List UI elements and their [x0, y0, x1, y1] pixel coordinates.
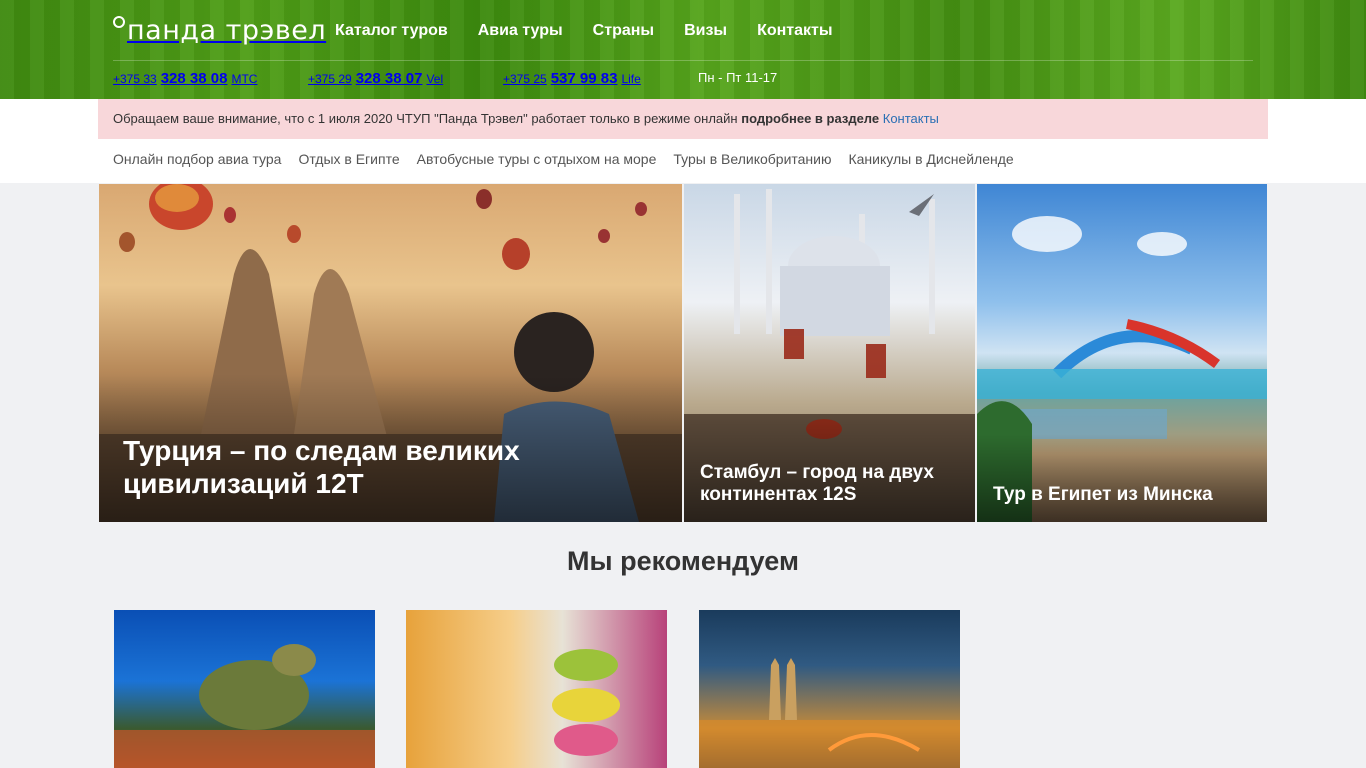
notice-text: Обращаем ваше внимание, что с 1 июля 202…	[113, 111, 742, 126]
sea-turtle-image	[114, 644, 375, 768]
banner-turkey-title: Турция – по следам великих цивилизаций 1…	[99, 374, 682, 522]
phone-life[interactable]: +375 25 537 99 83 Life	[503, 70, 698, 87]
notice-banner: Обращаем ваше внимание, что с 1 июля 202…	[98, 99, 1268, 139]
nav-air-tours[interactable]: Авиа туры	[478, 22, 563, 40]
notice-bold: подробнее в разделе	[741, 111, 880, 126]
phone-mts[interactable]: +375 33 328 38 08 МТС	[113, 70, 308, 87]
banner-istanbul[interactable]: Стамбул – город на двух континентах 12S	[684, 184, 975, 522]
subnav-bus-tours[interactable]: Автобусные туры с отдыхом на море	[417, 151, 657, 167]
banner-egypt-title: Тур в Египет из Минска	[977, 434, 1267, 522]
header-divider	[113, 60, 1253, 61]
notice-area: Обращаем ваше внимание, что с 1 июля 202…	[0, 99, 1366, 183]
phone-vel[interactable]: +375 29 328 38 07 Vel	[308, 70, 503, 87]
banner-turkey[interactable]: Турция – по следам великих цивилизаций 1…	[99, 184, 682, 522]
nav-visas[interactable]: Визы	[684, 22, 727, 40]
phones-bar: +375 33 328 38 08 МТС +375 29 328 38 07 …	[113, 70, 777, 87]
panda-logo-icon	[113, 16, 125, 28]
subnav-online-air-tour[interactable]: Онлайн подбор авиа тура	[113, 151, 281, 167]
cologne-image	[699, 658, 960, 768]
subnav-disneyland[interactable]: Каникулы в Диснейленде	[848, 151, 1013, 167]
banner-istanbul-title: Стамбул – город на двух континентах 12S	[684, 412, 975, 522]
main-nav: Каталог туров Авиа туры Страны Визы Конт…	[335, 22, 863, 40]
notice-contacts-link[interactable]: Контакты	[883, 111, 939, 126]
nav-contacts[interactable]: Контакты	[757, 22, 832, 40]
subnav-uk-tours[interactable]: Туры в Великобританию	[673, 151, 831, 167]
logo-text: панда трэвел	[127, 14, 327, 46]
sub-nav: Онлайн подбор авиа тура Отдых в Египте А…	[113, 151, 1031, 167]
subnav-egypt[interactable]: Отдых в Египте	[298, 151, 399, 167]
recommend-card-sea-turtle[interactable]	[114, 610, 375, 768]
nav-catalog[interactable]: Каталог туров	[335, 22, 448, 40]
logo[interactable]: панда трэвел	[113, 13, 326, 47]
recommend-title: Мы рекомендуем	[567, 546, 799, 576]
banner-egypt[interactable]: Тур в Египет из Минска	[977, 184, 1267, 522]
site-header: панда трэвел Каталог туров Авиа туры Стр…	[0, 0, 1366, 99]
recommend-card-cologne[interactable]	[699, 610, 960, 768]
nav-countries[interactable]: Страны	[593, 22, 654, 40]
working-hours: Пн - Пт 11-17	[698, 70, 778, 85]
recommend-card-macarons[interactable]	[406, 610, 667, 768]
macarons-image	[552, 649, 620, 756]
